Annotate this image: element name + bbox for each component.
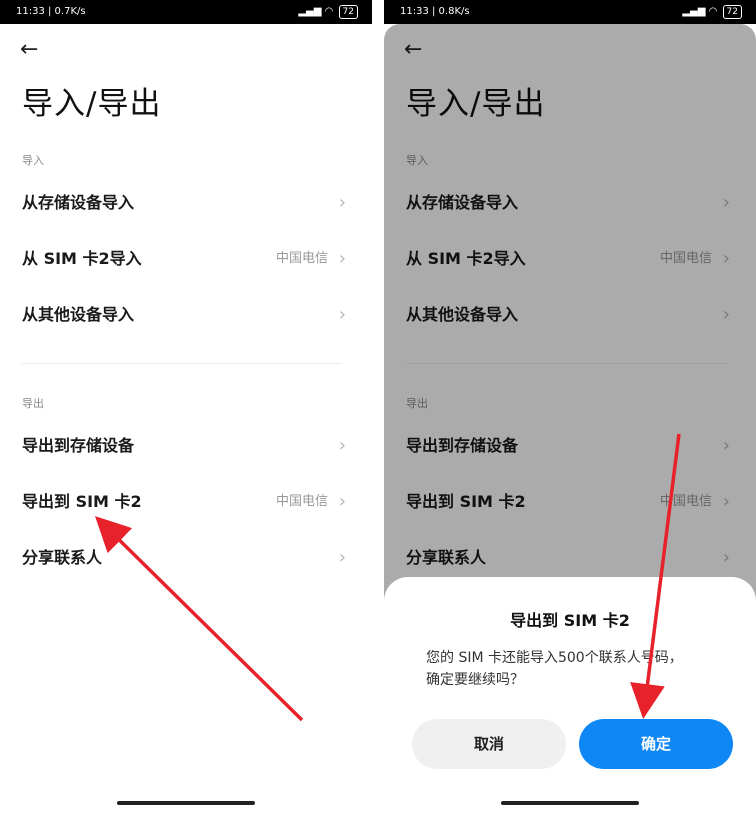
annotation-arrow-to-confirm: [630, 433, 681, 719]
annotation-arrow-to-export-sim2: [95, 516, 304, 722]
annotation-arrows: [95, 433, 681, 722]
